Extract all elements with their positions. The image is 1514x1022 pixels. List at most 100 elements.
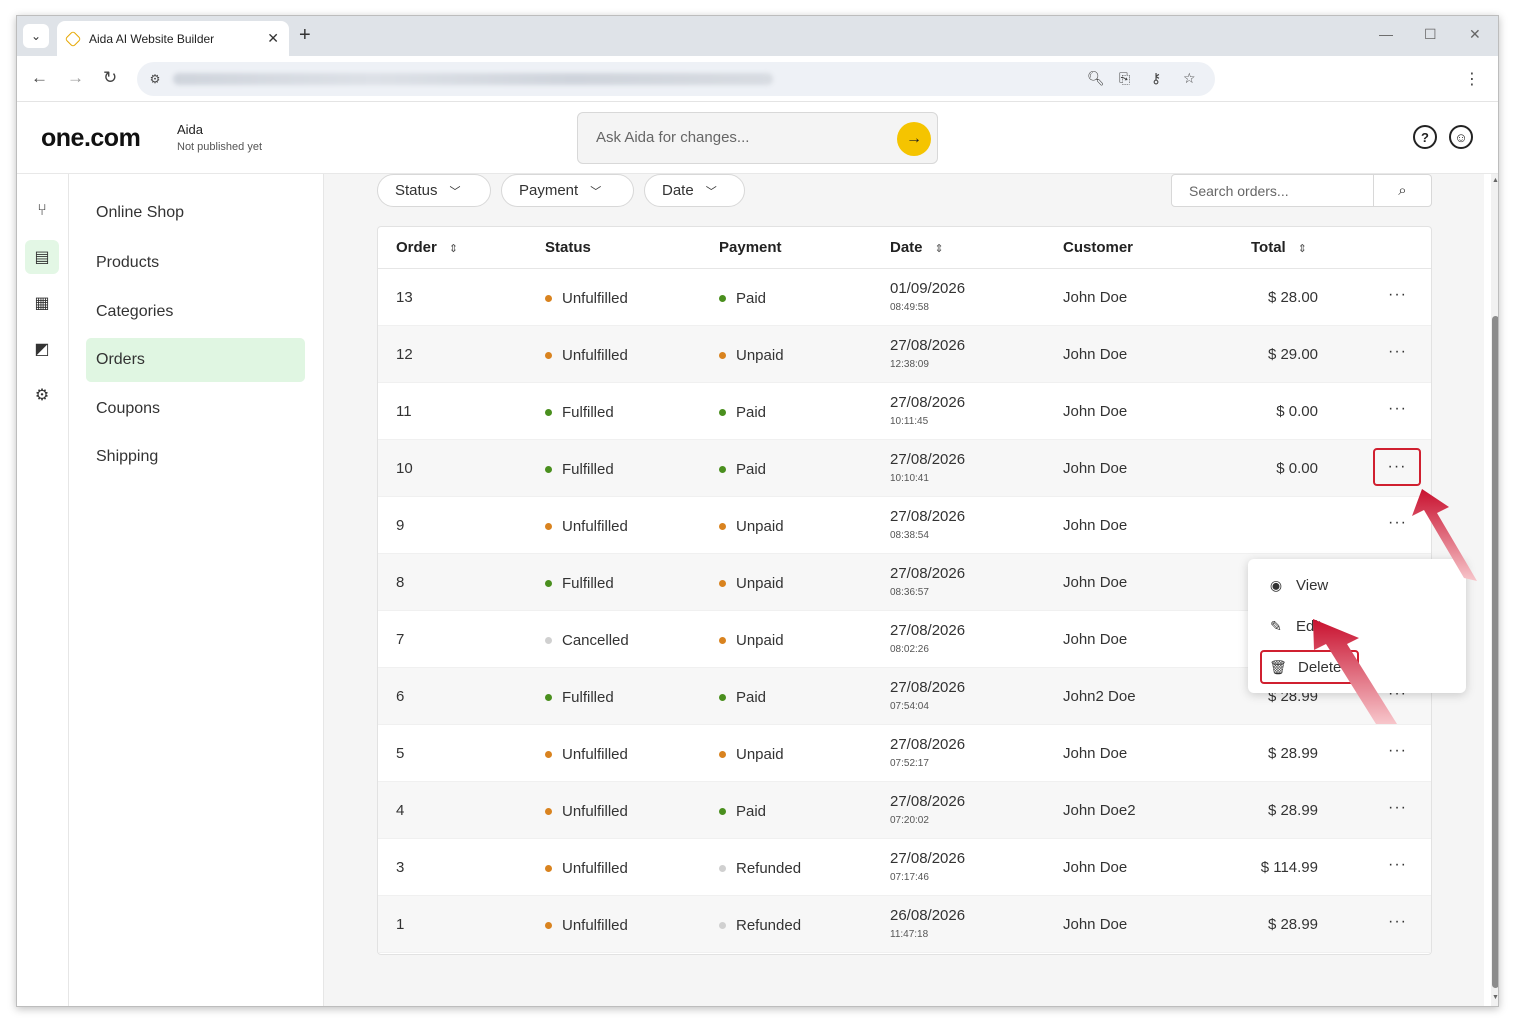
payment-status: Paid <box>719 461 766 478</box>
row-menu-button[interactable]: ··· <box>1388 514 1407 532</box>
order-time: 07:52:17 <box>890 758 929 769</box>
zoom-icon[interactable]: 🔍︎ <box>1087 70 1105 87</box>
sidebar-item-products[interactable]: Products <box>86 241 305 285</box>
sidebar-item-shipping[interactable]: Shipping <box>86 435 305 479</box>
order-time: 08:36:57 <box>890 587 929 598</box>
payment-dot-icon <box>719 750 726 758</box>
search-button[interactable]: ⌕ <box>1373 175 1431 206</box>
shop-icon[interactable]: ▤ <box>25 240 59 274</box>
fulfillment-status: Fulfilled <box>545 404 614 421</box>
install-app-icon[interactable]: ⎘ <box>1119 70 1130 87</box>
row-menu-button[interactable]: ··· <box>1388 913 1407 931</box>
table-row[interactable]: 12 Unfulfilled Unpaid 27/08/2026 12:38:09 Joh… <box>378 326 1431 383</box>
row-menu-button[interactable]: ··· <box>1388 742 1407 760</box>
ask-aida-box: → <box>577 112 938 164</box>
fulfillment-status-label: Cancelled <box>562 632 629 649</box>
customer-name: John Doe <box>1063 517 1128 534</box>
payment-status: Paid <box>719 404 766 421</box>
payment-status-label: Unpaid <box>736 518 784 535</box>
back-icon[interactable]: ← <box>31 68 48 88</box>
minimize-icon[interactable]: — <box>1379 26 1393 42</box>
menu-item-delete[interactable]: 🗑︎ Delete <box>1260 650 1360 684</box>
new-tab-button[interactable]: + <box>299 25 311 45</box>
table-row[interactable]: 13 Unfulfilled Paid 01/09/2026 08:49:58 John … <box>378 269 1431 326</box>
bookmark-star-icon[interactable]: ☆ <box>1183 70 1196 87</box>
table-row[interactable]: 11 Fulfilled Paid 27/08/2026 10:11:45 John Do… <box>378 383 1431 440</box>
tab-close-icon[interactable]: ✕ <box>267 30 279 47</box>
fulfillment-status-label: Unfulfilled <box>562 860 628 877</box>
browser-toolbar: ← → ↻ ⚙ 🔍︎ ⎘ ⚷ ☆ ⋮ <box>17 56 1498 102</box>
forward-icon[interactable]: → <box>67 68 84 88</box>
sidebar-item-categories[interactable]: Categories <box>86 290 305 334</box>
close-window-icon[interactable]: ✕ <box>1469 26 1481 43</box>
row-menu-button[interactable]: ··· <box>1388 343 1407 361</box>
ask-submit-button[interactable]: → <box>897 122 931 156</box>
page-scrollbar[interactable]: ▲ ▼ <box>1491 174 1498 1006</box>
address-bar[interactable]: ⚙ 🔍︎ ⎘ ⚷ ☆ <box>137 62 1215 96</box>
payment-dot-icon <box>719 522 726 530</box>
sidebar-item-coupons[interactable]: Coupons <box>86 387 305 431</box>
payment-status: Unpaid <box>719 518 784 535</box>
maximize-icon[interactable]: ☐ <box>1424 26 1437 43</box>
row-menu-button[interactable]: ··· <box>1373 448 1421 486</box>
sidebar-item-orders[interactable]: Orders <box>86 338 305 382</box>
payment-filter[interactable]: Payment ﹀ <box>501 174 634 207</box>
sort-icon[interactable]: ⇕ <box>1298 243 1307 255</box>
col-total[interactable]: Total ⇕ <box>1251 239 1307 256</box>
order-date: 27/08/2026 <box>890 736 966 753</box>
tab-search-chevron-icon[interactable]: ⌄ <box>23 24 49 48</box>
ask-aida-input[interactable] <box>596 129 876 146</box>
scroll-down-icon[interactable]: ▼ <box>1491 994 1498 1001</box>
row-menu-button[interactable]: ··· <box>1388 286 1407 304</box>
table-row[interactable]: 3 Unfulfilled Refunded 27/08/2026 07:17:46 Jo… <box>378 839 1431 896</box>
row-menu-button[interactable]: ··· <box>1388 400 1407 418</box>
order-time: 08:49:58 <box>890 302 929 313</box>
col-order-label: Order <box>396 239 437 256</box>
menu-item-view-label: View <box>1296 576 1329 594</box>
logo[interactable]: one.com <box>41 124 141 153</box>
table-row[interactable]: 4 Unfulfilled Paid 27/08/2026 07:20:02 John D… <box>378 782 1431 839</box>
status-filter[interactable]: Status ﹀ <box>377 174 491 207</box>
sort-icon[interactable]: ⇕ <box>935 243 944 255</box>
table-row[interactable]: 1 Unfulfilled Refunded 26/08/2026 11:47:18 Jo… <box>378 896 1431 953</box>
account-icon[interactable]: ☺ <box>1449 125 1473 149</box>
payment-status: Paid <box>719 689 766 706</box>
row-menu-button[interactable]: ··· <box>1388 799 1407 817</box>
col-total-label: Total <box>1251 239 1286 256</box>
settings-gear-icon[interactable]: ⚙ <box>25 378 59 412</box>
analytics-icon[interactable]: ◩ <box>25 332 59 366</box>
order-time: 08:02:26 <box>890 644 929 655</box>
calendar-icon[interactable]: ▦ <box>25 286 59 320</box>
sidebar-item-online-shop[interactable]: Online Shop <box>86 191 305 235</box>
order-date: 27/08/2026 <box>890 337 966 354</box>
date-filter[interactable]: Date ﹀ <box>644 174 745 207</box>
site-info-icon[interactable]: ⚙ <box>145 69 165 89</box>
table-row[interactable]: 10 Fulfilled Paid 27/08/2026 10:10:41 John Do… <box>378 440 1431 497</box>
table-row[interactable]: 5 Unfulfilled Unpaid 27/08/2026 07:52:17 John… <box>378 725 1431 782</box>
scroll-up-icon[interactable]: ▲ <box>1491 177 1498 184</box>
menu-item-view[interactable]: ◉ View <box>1266 573 1328 597</box>
col-date[interactable]: Date ⇕ <box>890 239 944 256</box>
order-search: ⌕ <box>1171 174 1432 207</box>
payment-status: Paid <box>719 803 766 820</box>
sort-icon[interactable]: ⇕ <box>449 243 458 255</box>
row-menu-button[interactable]: ··· <box>1388 856 1407 874</box>
order-total: $ 28.99 <box>1267 916 1318 933</box>
scroll-thumb[interactable] <box>1492 316 1498 988</box>
payment-status-label: Unpaid <box>736 746 784 763</box>
col-order[interactable]: Order ⇕ <box>396 239 458 256</box>
menu-item-delete-label: Delete <box>1298 658 1342 676</box>
git-branch-icon[interactable]: ⑂ <box>25 194 59 228</box>
password-key-icon[interactable]: ⚷ <box>1151 70 1161 87</box>
payment-status-label: Paid <box>736 290 767 307</box>
sidebar: Online Shop Products Categories Orders C… <box>69 174 324 1006</box>
browser-menu-icon[interactable]: ⋮ <box>1464 69 1480 89</box>
reload-icon[interactable]: ↻ <box>103 68 117 88</box>
customer-name: John Doe <box>1063 289 1128 306</box>
table-row[interactable]: 9 Unfulfilled Unpaid 27/08/2026 08:38:54 John… <box>378 497 1431 554</box>
browser-tab[interactable]: Aida AI Website Builder ✕ <box>57 21 289 56</box>
search-input[interactable] <box>1173 176 1373 206</box>
trash-icon: 🗑︎ <box>1269 658 1287 675</box>
menu-item-edit[interactable]: ✎ Edit <box>1266 614 1322 638</box>
help-icon[interactable]: ? <box>1413 125 1437 149</box>
